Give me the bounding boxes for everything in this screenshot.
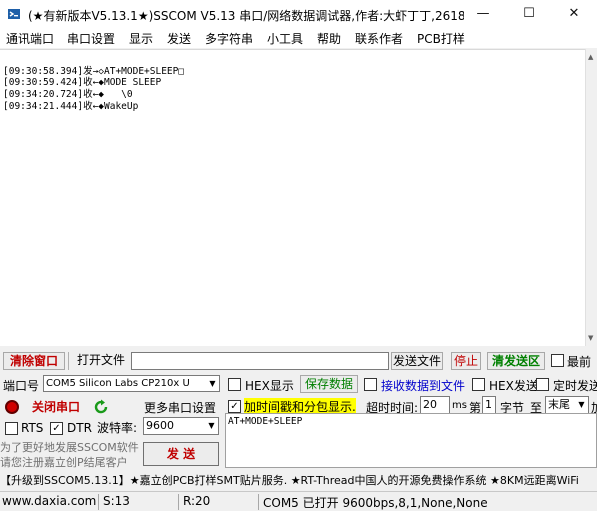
notice-line-2: 请您注册嘉立创P结尾客户 — [0, 456, 128, 469]
send-input[interactable]: AT+MODE+SLEEP — [225, 413, 597, 468]
menu-tools[interactable]: 小工具 — [267, 30, 303, 47]
menu-multi-string[interactable]: 多字符串 — [205, 30, 253, 47]
receive-scrollbar[interactable]: ▲ ▼ — [585, 49, 597, 346]
rts-checkbox[interactable] — [5, 422, 18, 435]
dtr-label: DTR — [67, 421, 92, 435]
received-count: R:20 — [183, 494, 211, 508]
menu-port-settings[interactable]: 串口设置 — [67, 30, 115, 47]
baud-select[interactable]: 9600 ▼ — [143, 417, 219, 435]
timed-send-label: 定时发送 — [553, 379, 597, 393]
log-line: [09:34:21.444]收←◆WakeUp — [3, 101, 139, 112]
rts-label: RTS — [21, 421, 44, 435]
log-line: [09:34:20.724]收←◆ \0 — [3, 89, 133, 100]
sent-count: S:13 — [103, 494, 130, 508]
timeout-input[interactable]: 20 — [420, 396, 450, 414]
hex-display-checkbox[interactable] — [228, 378, 241, 391]
menu-send[interactable]: 发送 — [167, 30, 191, 47]
scroll-up-icon[interactable]: ▲ — [588, 53, 593, 61]
save-data-button[interactable]: 保存数据 — [300, 375, 358, 393]
timestamp-checkbox[interactable]: ✓ — [228, 400, 241, 413]
menu-help[interactable]: 帮助 — [317, 30, 341, 47]
port-status: COM5 已打开 9600bps,8,1,None,None — [263, 496, 488, 510]
send-button[interactable]: 发 送 — [143, 442, 219, 466]
minimize-button[interactable]: — — [460, 0, 506, 28]
chevron-down-icon[interactable]: ▼ — [205, 418, 218, 434]
port-open-indicator-icon — [5, 400, 19, 414]
refresh-icon[interactable] — [93, 399, 109, 415]
recv-to-file-label[interactable]: 接收数据到文件 — [381, 377, 465, 394]
timeout-unit: ms — [452, 400, 467, 411]
hex-send-checkbox[interactable] — [472, 378, 485, 391]
divider — [68, 352, 69, 370]
log-line: [09:30:58.394]发→◇AT+MODE+SLEEP□ — [3, 66, 185, 77]
tail-select[interactable]: 末尾 ▼ — [545, 396, 589, 414]
topmost-checkbox[interactable] — [551, 354, 564, 367]
more-settings-link[interactable]: 更多串口设置 — [144, 399, 216, 416]
status-bar: www.daxia.com S:13 R:20 COM5 已打开 9600bps… — [0, 491, 597, 511]
divider — [98, 494, 99, 510]
page-input[interactable]: 1 — [482, 396, 496, 414]
menu-pcb[interactable]: PCB打样 — [417, 30, 465, 47]
hex-display-label: HEX显示 — [245, 379, 294, 393]
timed-send-checkbox[interactable] — [536, 378, 549, 391]
clear-send-area-button[interactable]: 清发送区 — [487, 352, 545, 370]
tail-select-value: 末尾 — [548, 398, 570, 411]
menu-display[interactable]: 显示 — [129, 30, 153, 47]
app-icon — [8, 9, 20, 19]
port-select-value: COM5 Silicon Labs CP210x U — [46, 378, 190, 389]
scroll-down-icon[interactable]: ▼ — [588, 334, 593, 342]
chevron-down-icon[interactable]: ▼ — [206, 376, 219, 391]
baud-label: 波特率: — [97, 421, 138, 435]
menu-contact-author[interactable]: 联系作者 — [355, 30, 403, 47]
recv-to-file-checkbox[interactable] — [364, 378, 377, 391]
stop-button[interactable]: 停止 — [451, 352, 481, 370]
promo-banner[interactable]: 【升级到SSCOM5.13.1】★嘉立创PCB打样SMT贴片服务. ★RT-Th… — [0, 472, 597, 490]
window-title: (★有新版本V5.13.1★)SSCOM V5.13 串口/网络数据调试器,作者… — [28, 9, 464, 23]
port-select[interactable]: COM5 Silicon Labs CP210x U ▼ — [43, 375, 220, 392]
send-file-button[interactable]: 发送文件 — [391, 352, 443, 370]
close-port-button[interactable]: 关闭串口 — [24, 398, 88, 418]
dtr-checkbox[interactable]: ✓ — [50, 422, 63, 435]
title-bar: (★有新版本V5.13.1★)SSCOM V5.13 串口/网络数据调试器,作者… — [0, 0, 597, 28]
hex-send-label: HEX发送 — [489, 379, 538, 393]
close-button[interactable]: ✕ — [551, 0, 597, 28]
port-label: 端口号 — [3, 379, 40, 393]
website-link[interactable]: www.daxia.com — [2, 494, 96, 508]
log-line: [09:30:59.424]收←◆MODE SLEEP — [3, 77, 162, 88]
receive-area[interactable]: [09:30:58.394]发→◇AT+MODE+SLEEP□ [09:30:5… — [0, 49, 585, 346]
notice-line-1: 为了更好地发展SSCOM软件 — [0, 441, 139, 454]
file-path-input[interactable] — [131, 352, 389, 370]
menu-bar: 通讯端口 串口设置 显示 发送 多字符串 小工具 帮助 联系作者 PCB打样 — [0, 28, 597, 48]
chevron-down-icon[interactable]: ▼ — [575, 397, 588, 413]
maximize-button[interactable]: ☐ — [506, 0, 552, 28]
topmost-label: 最前 — [567, 355, 592, 369]
divider — [178, 494, 179, 510]
send-text: AT+MODE+SLEEP — [228, 416, 303, 427]
menu-comm-port[interactable]: 通讯端口 — [6, 30, 54, 47]
clear-window-button[interactable]: 清除窗口 — [3, 352, 65, 370]
divider — [258, 494, 259, 510]
baud-select-value: 9600 — [146, 419, 174, 432]
open-file-button[interactable]: 打开文件 — [73, 352, 129, 370]
